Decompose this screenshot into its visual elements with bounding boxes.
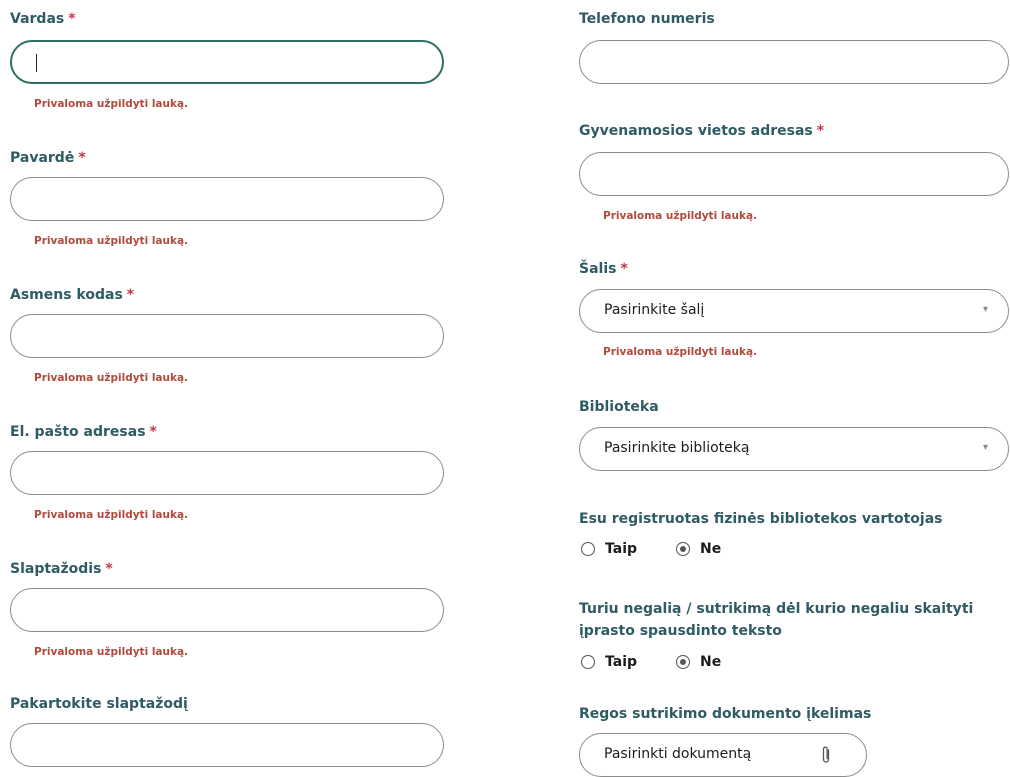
- pakartokite-label: Pakartokite slaptažodį: [10, 696, 188, 712]
- required-mark: *: [68, 11, 76, 27]
- radio-unchecked-icon: [581, 542, 595, 556]
- biblioteka-select[interactable]: Pasirinkite biblioteką ▾: [579, 427, 1009, 471]
- choose-document-button[interactable]: Pasirinkti dokumentą: [579, 733, 867, 777]
- vardas-input[interactable]: [10, 40, 444, 84]
- salis-error: Privaloma užpildyti lauką.: [603, 346, 758, 358]
- slaptazodis-error: Privaloma užpildyti lauką.: [34, 646, 189, 658]
- radio-checked-icon: [676, 655, 690, 669]
- slaptazodis-input[interactable]: [10, 588, 444, 632]
- text-caret: [36, 54, 37, 72]
- pavarde-input[interactable]: [10, 177, 444, 221]
- pavarde-label: Pavardė *: [10, 150, 86, 166]
- pavarde-error: Privaloma užpildyti lauką.: [34, 235, 189, 247]
- paperclip-icon: [822, 746, 830, 763]
- vardas-label: Vardas *: [10, 11, 76, 27]
- salis-label: Šalis *: [579, 261, 628, 277]
- required-mark: *: [78, 150, 86, 166]
- dokumentas-label: Regos sutrikimo dokumento įkelimas: [579, 706, 872, 722]
- choose-document-label: Pasirinkti dokumentą: [604, 746, 752, 762]
- vardas-error: Privaloma užpildyti lauką.: [34, 98, 189, 110]
- radio-checked-icon: [676, 542, 690, 556]
- el-pastas-label: El. pašto adresas *: [10, 424, 157, 440]
- required-mark: *: [105, 561, 113, 577]
- required-mark: *: [620, 261, 628, 277]
- registruotas-radio-taip[interactable]: Taip: [581, 541, 637, 557]
- telefonas-label: Telefono numeris: [579, 11, 715, 27]
- radio-unchecked-icon: [581, 655, 595, 669]
- asmens-kodas-error: Privaloma užpildyti lauką.: [34, 372, 189, 384]
- registruotas-question: Esu registruotas fizinės bibliotekos var…: [579, 511, 943, 527]
- el-pastas-error: Privaloma užpildyti lauką.: [34, 509, 189, 521]
- pakartokite-input[interactable]: [10, 723, 444, 767]
- registruotas-radio-ne[interactable]: Ne: [676, 541, 721, 557]
- biblioteka-label: Biblioteka: [579, 399, 659, 415]
- adresas-error: Privaloma užpildyti lauką.: [603, 210, 758, 222]
- negalia-radio-taip[interactable]: Taip: [581, 654, 637, 670]
- negalia-question: Turiu negalią / sutrikimą dėl kurio nega…: [579, 601, 974, 639]
- required-mark: *: [816, 123, 825, 139]
- salis-select[interactable]: Pasirinkite šalį ▾: [579, 289, 1009, 333]
- el-pastas-input[interactable]: [10, 451, 444, 495]
- adresas-label: Gyvenamosios vietos adresas *: [579, 123, 825, 139]
- chevron-down-icon: ▾: [982, 442, 988, 453]
- negalia-radio-ne[interactable]: Ne: [676, 654, 721, 670]
- salis-select-value: Pasirinkite šalį: [604, 302, 705, 318]
- asmens-kodas-input[interactable]: [10, 314, 444, 358]
- chevron-down-icon: ▾: [982, 304, 988, 315]
- required-mark: *: [149, 424, 157, 440]
- required-mark: *: [126, 287, 135, 303]
- adresas-input[interactable]: [579, 152, 1009, 196]
- telefonas-input[interactable]: [579, 40, 1009, 84]
- asmens-kodas-label: Asmens kodas *: [10, 287, 135, 303]
- biblioteka-select-value: Pasirinkite biblioteką: [604, 440, 750, 456]
- slaptazodis-label: Slaptažodis *: [10, 561, 113, 577]
